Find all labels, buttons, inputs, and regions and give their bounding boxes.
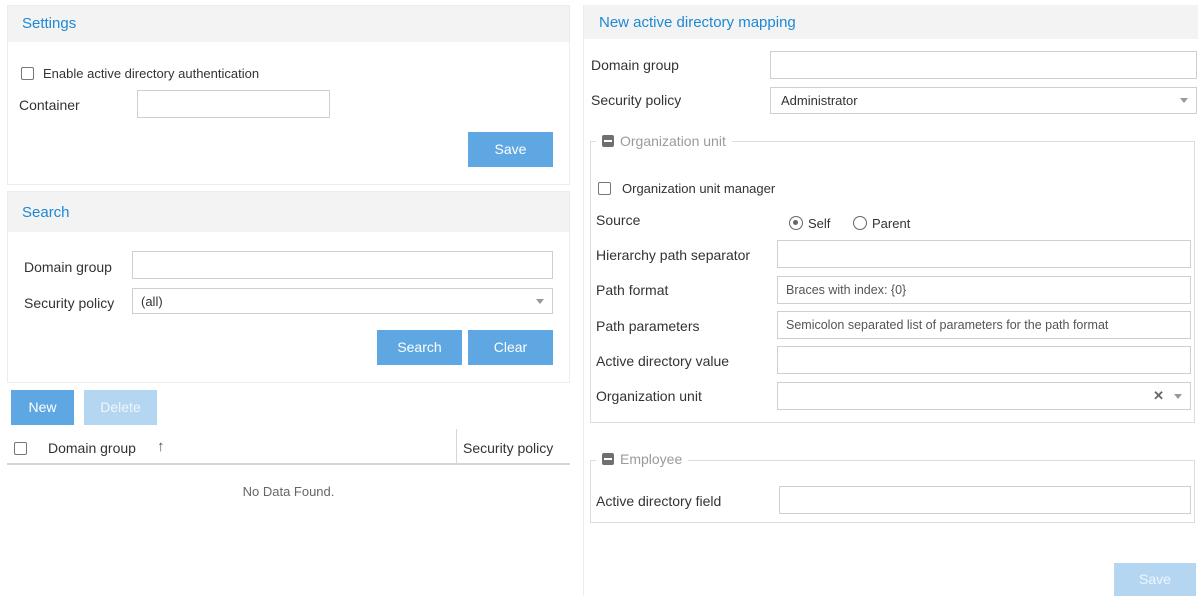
- mapping-save-button[interactable]: Save: [1114, 563, 1196, 596]
- new-button[interactable]: New: [11, 390, 74, 425]
- employee-legend[interactable]: Employee: [596, 451, 689, 467]
- org-unit-manager-checkbox[interactable]: [598, 182, 611, 195]
- mapping-security-policy-value: Administrator: [781, 93, 858, 108]
- source-parent-label: Parent: [872, 216, 911, 231]
- search-domain-group-input[interactable]: [132, 251, 553, 279]
- enable-ad-checkbox[interactable]: [21, 67, 34, 80]
- container-input[interactable]: [137, 90, 330, 118]
- source-self-radio[interactable]: [789, 216, 803, 230]
- settings-title: Settings: [8, 6, 569, 42]
- chevron-down-icon: [536, 299, 544, 304]
- enable-ad-label: Enable active directory authentication: [43, 66, 260, 81]
- settings-save-button[interactable]: Save: [468, 132, 553, 167]
- org-unit-legend-text: Organization unit: [620, 133, 726, 149]
- org-unit-label: Organization unit: [596, 388, 702, 404]
- search-security-policy-value: (all): [141, 294, 163, 309]
- chevron-down-icon[interactable]: [1174, 394, 1182, 399]
- search-security-policy-label: Security policy: [24, 295, 115, 311]
- ad-value-input[interactable]: [777, 346, 1191, 374]
- column-divider: [456, 429, 457, 463]
- mapping-domain-group-label: Domain group: [591, 57, 679, 73]
- path-format-placeholder: Braces with index: {0}: [786, 283, 907, 297]
- hierarchy-separator-input[interactable]: [777, 240, 1191, 268]
- grid-header: Domain group ↑ Security policy: [7, 429, 570, 465]
- search-title: Search: [8, 192, 569, 232]
- mapping-security-policy-select[interactable]: Administrator: [770, 87, 1197, 114]
- mapping-domain-group-input[interactable]: [770, 51, 1197, 79]
- ad-field-label: Active directory field: [596, 493, 722, 509]
- clear-button[interactable]: Clear: [468, 330, 553, 365]
- org-unit-legend[interactable]: Organization unit: [596, 133, 732, 149]
- source-parent-radio[interactable]: [853, 216, 867, 230]
- select-all-checkbox[interactable]: [14, 442, 27, 455]
- clear-icon[interactable]: ✕: [1153, 388, 1164, 404]
- collapse-icon[interactable]: [602, 135, 614, 147]
- column-security-policy[interactable]: Security policy: [463, 440, 553, 456]
- org-unit-manager-label: Organization unit manager: [622, 181, 776, 196]
- search-security-policy-select[interactable]: (all): [132, 288, 553, 314]
- path-format-label: Path format: [596, 282, 669, 298]
- hierarchy-separator-label: Hierarchy path separator: [596, 247, 751, 263]
- mapping-title: New active directory mapping: [584, 5, 1198, 39]
- path-format-input[interactable]: Braces with index: {0}: [777, 276, 1191, 304]
- search-domain-group-label: Domain group: [24, 259, 112, 275]
- chevron-down-icon: [1180, 98, 1188, 103]
- column-domain-group[interactable]: Domain group: [48, 440, 136, 456]
- mapping-security-policy-label: Security policy: [591, 92, 682, 108]
- source-self-label: Self: [808, 216, 831, 231]
- employee-legend-text: Employee: [620, 451, 683, 467]
- path-parameters-label: Path parameters: [596, 318, 700, 334]
- path-parameters-placeholder: Semicolon separated list of parameters f…: [786, 318, 1109, 332]
- org-unit-select[interactable]: ✕: [777, 382, 1191, 410]
- empty-grid-message: No Data Found.: [242, 484, 335, 499]
- ad-value-label: Active directory value: [596, 353, 730, 369]
- container-label: Container: [19, 97, 80, 113]
- collapse-icon[interactable]: [602, 453, 614, 465]
- delete-button[interactable]: Delete: [84, 390, 157, 425]
- source-label: Source: [596, 212, 641, 228]
- ad-field-input[interactable]: [779, 486, 1191, 514]
- search-button[interactable]: Search: [377, 330, 462, 365]
- path-parameters-input[interactable]: Semicolon separated list of parameters f…: [777, 311, 1191, 339]
- arrow-up-icon[interactable]: ↑: [157, 438, 165, 455]
- settings-panel: Settings Enable active directory authent…: [7, 5, 570, 185]
- search-panel: Search Domain group Security policy (all…: [7, 191, 570, 383]
